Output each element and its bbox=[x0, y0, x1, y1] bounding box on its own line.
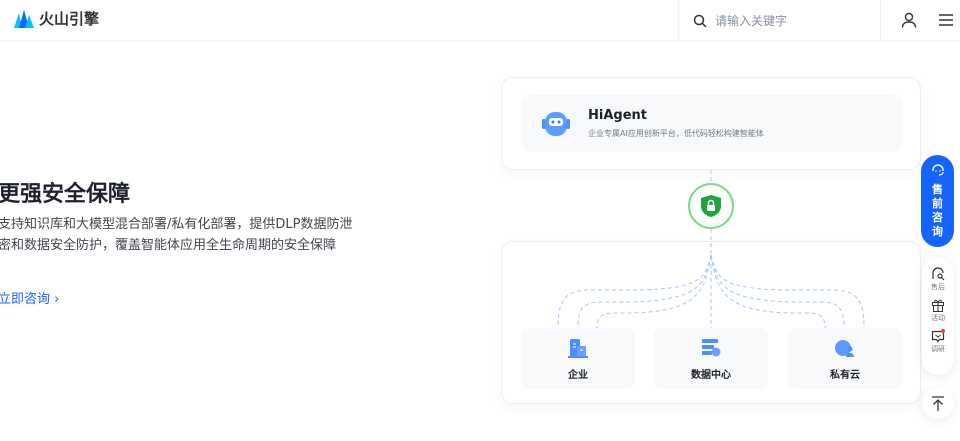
survey-icon bbox=[931, 329, 945, 343]
aftersales-label: 售后 bbox=[931, 283, 945, 291]
consult-char: 询 bbox=[932, 225, 943, 238]
activity-label: 活动 bbox=[931, 314, 945, 322]
aftersales-icon bbox=[932, 267, 945, 281]
consult-char: 咨 bbox=[932, 211, 943, 224]
presales-consult-button[interactable]: 售 前 咨 询 bbox=[921, 155, 954, 247]
aftersales-button[interactable]: 售后 bbox=[931, 267, 945, 292]
target-private-cloud: 私有云 bbox=[788, 328, 902, 389]
target-label: 企业 bbox=[568, 370, 588, 381]
activity-button[interactable]: 活动 bbox=[931, 298, 945, 323]
server-icon bbox=[702, 339, 721, 357]
float-toolbar: 售后 活动 调研 bbox=[922, 257, 954, 375]
shield-lock-icon bbox=[701, 195, 721, 217]
target-label: 数据中心 bbox=[691, 370, 731, 381]
survey-button[interactable]: 调研 bbox=[931, 329, 945, 354]
target-label: 私有云 bbox=[830, 370, 860, 381]
target-enterprise: 企业 bbox=[521, 328, 635, 389]
gift-icon bbox=[932, 299, 944, 312]
target-datacenter: 数据中心 bbox=[654, 328, 768, 389]
consult-char: 售 bbox=[932, 183, 943, 196]
cloud-user-icon bbox=[835, 340, 854, 357]
security-badge bbox=[688, 183, 734, 229]
headset-icon bbox=[931, 164, 944, 176]
building-icon bbox=[568, 339, 588, 358]
back-to-top-button[interactable] bbox=[922, 388, 954, 419]
consult-char: 前 bbox=[932, 197, 943, 210]
survey-label: 调研 bbox=[931, 345, 945, 353]
arrow-up-icon bbox=[932, 395, 944, 411]
